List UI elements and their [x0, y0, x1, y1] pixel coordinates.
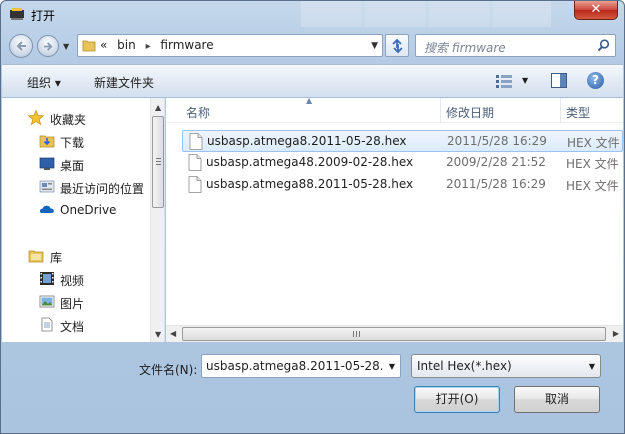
file-icon: [189, 133, 203, 150]
filename-input[interactable]: usbasp.atmega8.2011-05-28.hex: [206, 359, 382, 373]
file-type: HEX 文件: [566, 179, 619, 193]
preview-pane-icon[interactable]: [551, 73, 567, 88]
refresh-icon: [392, 39, 403, 53]
breadcrumb-overflow[interactable]: «: [100, 38, 107, 52]
help-icon[interactable]: ?: [587, 72, 604, 89]
address-bar[interactable]: « bin ▸ firmware ▼: [77, 34, 383, 57]
file-name: usbasp.atmega8.2011-05-28.hex: [207, 134, 407, 148]
file-date: 2009/2/28 21:52: [446, 155, 546, 169]
file-type: HEX 文件: [566, 157, 619, 171]
search-box[interactable]: 搜索 firmware: [415, 34, 616, 57]
column-header-row: ▲ 名称 修改日期 类型: [166, 98, 623, 123]
nav-item-label: 图片: [60, 297, 85, 311]
nav-item-label: 文档: [60, 320, 85, 334]
nav-favorites-label: 收藏夹: [50, 113, 87, 127]
forward-button[interactable]: [37, 35, 59, 57]
filename-label: 文件名(N):: [139, 363, 198, 377]
scroll-right-icon[interactable]: ▶: [613, 329, 619, 338]
address-dropdown[interactable]: ▼: [371, 41, 378, 51]
breadcrumb-bin[interactable]: bin: [117, 38, 136, 52]
column-name[interactable]: 名称: [186, 104, 210, 121]
documents-icon: [41, 317, 53, 332]
file-row[interactable]: usbasp.atmega48.2009-02-28.hex 2009/2/28…: [182, 152, 623, 174]
column-date-modified[interactable]: 修改日期: [446, 104, 494, 121]
nav-item-label: 视频: [60, 274, 85, 288]
file-name: usbasp.atmega48.2009-02-28.hex: [206, 155, 414, 169]
scroll-left-icon[interactable]: ◀: [170, 329, 176, 338]
scrollbar-thumb[interactable]: [182, 327, 606, 341]
file-type: HEX 文件: [567, 136, 620, 150]
column-type[interactable]: 类型: [566, 104, 590, 121]
videos-icon: [40, 272, 54, 285]
arrow-left-icon: [16, 41, 26, 51]
desktop-icon: [39, 157, 55, 170]
scroll-down-icon[interactable]: ▼: [155, 330, 161, 339]
recent-locations-dropdown[interactable]: ▼: [63, 42, 69, 51]
search-icon[interactable]: [597, 39, 610, 52]
file-name: usbasp.atmega88.2011-05-28.hex: [206, 177, 414, 191]
new-folder-button[interactable]: 新建文件夹: [94, 74, 154, 91]
open-button[interactable]: 打开(O): [414, 386, 500, 413]
filetype-select[interactable]: Intel Hex(*.hex) ▼: [411, 354, 601, 378]
sort-ascending-icon: ▲: [306, 98, 313, 105]
nav-libraries-label: 库: [50, 251, 63, 265]
filetype-value: Intel Hex(*.hex): [417, 359, 512, 373]
app-icon: [10, 8, 24, 20]
nav-item-label: 桌面: [60, 159, 85, 173]
filename-field[interactable]: usbasp.atmega8.2011-05-28.hex ▼: [201, 354, 401, 378]
background-window-glimpse: [301, 1, 551, 27]
chevron-down-icon[interactable]: ▼: [589, 362, 595, 371]
file-row[interactable]: usbasp.atmega8.2011-05-28.hex 2011/5/28 …: [182, 130, 623, 152]
navigation-pane: 收藏夹 下载 桌面 最近访问的位置 OneDrive 库 视频 图片 文档 ▲ …: [2, 98, 165, 342]
command-toolbar: 组织 ▾ 新建文件夹 ▼ ?: [2, 64, 623, 98]
nav-pane-scrollbar[interactable]: ▲ ▼: [150, 98, 164, 342]
file-list-hscrollbar[interactable]: ◀ ▶: [166, 325, 623, 342]
nav-item-label: 最近访问的位置: [60, 182, 145, 196]
close-button[interactable]: ✕: [574, 1, 618, 20]
chevron-down-icon[interactable]: ▼: [389, 362, 395, 371]
organize-menu[interactable]: 组织 ▾: [27, 74, 61, 91]
nav-item-label: OneDrive: [60, 203, 117, 217]
chevron-right-icon[interactable]: ▸: [146, 41, 151, 52]
file-icon: [188, 154, 202, 171]
recent-places-icon: [39, 180, 55, 193]
open-file-dialog: 打开 ✕ ▼ « bin ▸ firmware ▼ 搜索 firmware 组织…: [0, 0, 625, 434]
file-row[interactable]: usbasp.atmega88.2011-05-28.hex 2011/5/28…: [182, 174, 623, 196]
title-bar[interactable]: 打开 ✕: [1, 1, 624, 27]
downloads-folder-icon: [39, 135, 55, 148]
library-icon: [28, 250, 44, 263]
file-date: 2011/5/28 16:29: [446, 177, 546, 191]
back-button[interactable]: [9, 34, 33, 58]
view-options-icon[interactable]: [495, 74, 515, 88]
cancel-button[interactable]: 取消: [514, 386, 600, 413]
star-icon: [28, 110, 44, 125]
nav-item-label: 下载: [60, 136, 85, 150]
file-date: 2011/5/28 16:29: [447, 134, 547, 148]
file-list-pane: ▲ 名称 修改日期 类型 usbasp.atmega8.2011-05-28.h…: [166, 98, 623, 342]
view-dropdown[interactable]: ▼: [522, 76, 528, 85]
folder-icon: [82, 40, 96, 52]
pictures-icon: [39, 295, 55, 308]
arrow-right-icon: [43, 42, 53, 51]
scrollbar-thumb[interactable]: [152, 116, 164, 208]
search-input[interactable]: 搜索 firmware: [424, 39, 506, 56]
onedrive-cloud-icon: [39, 205, 54, 213]
breadcrumb-firmware[interactable]: firmware: [160, 38, 213, 52]
scroll-up-icon[interactable]: ▲: [155, 103, 161, 112]
file-icon: [188, 176, 202, 193]
refresh-button[interactable]: [385, 34, 409, 57]
window-title: 打开: [31, 9, 56, 23]
